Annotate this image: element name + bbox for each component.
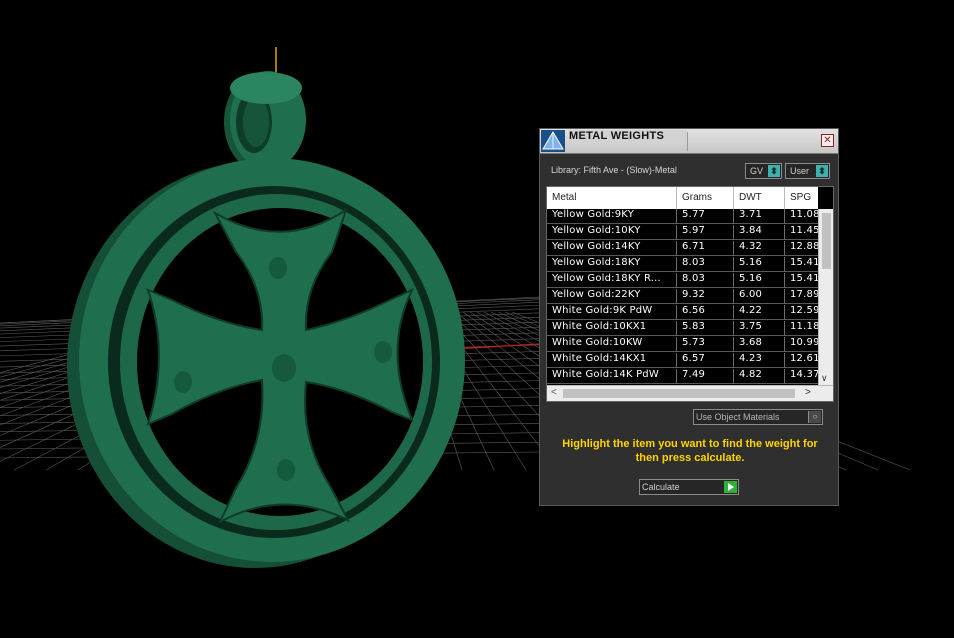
cell-spg: 11.45 [790, 225, 818, 236]
table-row[interactable]: White Gold:14KX1 6.57 4.23 12.61 [547, 353, 818, 368]
cell-metal: White Gold:14K PdW [547, 369, 677, 384]
panel-title: METAL WEIGHTS [569, 130, 687, 144]
cell-grams: 6.71 [677, 241, 734, 256]
cell-dwt: 3.71 [734, 209, 785, 224]
cell-spg: 12.59 [790, 305, 818, 316]
table-row[interactable]: White Gold:10KW 5.73 3.68 10.99 [547, 337, 818, 352]
cell-grams: 8.03 [677, 257, 734, 272]
cell-grams: 5.77 [677, 209, 734, 224]
cell-grams: 9.32 [677, 289, 734, 304]
cell-metal: Yellow Gold:14KY [547, 241, 677, 256]
cell-grams: 5.73 [677, 337, 734, 352]
cell-metal: Yellow Gold:9KY [547, 209, 677, 224]
cell-spg: 14.37 [790, 369, 818, 380]
cell-dwt: 4.22 [734, 305, 785, 320]
header-filler [818, 187, 833, 209]
column-header-grams[interactable]: Grams [677, 187, 734, 209]
cell-spg: 10.99 [790, 337, 818, 348]
cell-grams: 5.97 [677, 225, 734, 240]
pyramid-logo-icon [541, 130, 565, 152]
table-row[interactable]: Yellow Gold:18KY 8.03 5.16 15.41 [547, 257, 818, 272]
close-button[interactable]: ✕ [821, 134, 834, 147]
column-header-spg[interactable]: SPG [785, 187, 818, 209]
cell-metal: White Gold:10KW [547, 337, 677, 352]
cell-metal: White Gold:9K PdW [547, 305, 677, 320]
panel-titlebar[interactable]: METAL WEIGHTS ✕ [540, 129, 838, 154]
gv-dropdown[interactable]: GV ⬍ [745, 163, 782, 179]
cell-grams: 6.57 [677, 353, 734, 368]
table-row[interactable]: White Gold:14K PdW 7.49 4.82 14.37 [547, 369, 818, 384]
scroll-down-icon[interactable]: ∨ [821, 373, 828, 384]
cell-spg: 12.88 [790, 241, 818, 252]
table-row[interactable]: Yellow Gold:9KY 5.77 3.71 11.08 [547, 209, 818, 224]
calculate-button[interactable]: Calculate [639, 479, 739, 495]
table-row[interactable]: White Gold:9K PdW 6.56 4.22 12.59 [547, 305, 818, 320]
cell-dwt: 5.16 [734, 257, 785, 272]
use-object-materials-toggle[interactable]: Use Object Materials ○ [693, 409, 823, 425]
cell-spg: 11.08 [790, 209, 818, 220]
radio-icon: ○ [808, 411, 821, 423]
title-divider [687, 132, 688, 151]
cell-dwt: 5.16 [734, 273, 785, 288]
cell-dwt: 4.82 [734, 369, 785, 384]
library-label: Library: Fifth Ave - (Slow)-Metal [551, 165, 677, 175]
user-dropdown-label: User [790, 166, 810, 176]
cell-dwt: 4.32 [734, 241, 785, 256]
cell-metal: Yellow Gold:10KY [547, 225, 677, 240]
cell-grams: 8.03 [677, 273, 734, 288]
cell-grams: 6.56 [677, 305, 734, 320]
horizontal-scroll-thumb[interactable] [563, 389, 795, 398]
cell-dwt: 4.23 [734, 353, 785, 368]
user-dropdown[interactable]: User ⬍ [785, 163, 830, 179]
info-arrow-icon: ⬍ [816, 165, 828, 177]
cell-spg: 11.18 [790, 321, 818, 332]
cell-grams: 7.49 [677, 369, 734, 384]
table-row[interactable]: Yellow Gold:18KY R... 8.03 5.16 15.41 [547, 273, 818, 288]
metal-table[interactable]: Metal Grams DWT SPG Yellow Gold:9KY 5.77 3… [546, 186, 834, 402]
table-body: Yellow Gold:9KY 5.77 3.71 11.08 Yellow Gold:… [547, 209, 818, 385]
scroll-left-icon[interactable]: < [551, 387, 557, 398]
gv-dropdown-label: GV [750, 166, 764, 176]
cell-spg: 12.61 [790, 353, 818, 364]
cell-dwt: 3.84 [734, 225, 785, 240]
cell-metal: Yellow Gold:18KY [547, 257, 677, 272]
vertical-scroll-thumb[interactable] [822, 213, 831, 269]
table-header: Metal Grams DWT SPG [547, 187, 818, 209]
cell-dwt: 6.00 [734, 289, 785, 304]
info-arrow-icon: ⬍ [768, 165, 780, 177]
horizontal-scrollbar[interactable]: < > [547, 385, 833, 401]
cell-metal: Yellow Gold:18KY R... [547, 273, 677, 288]
instruction-text: Highlight the item you want to find the … [562, 438, 818, 464]
table-row[interactable]: Yellow Gold:14KY 6.71 4.32 12.88 [547, 241, 818, 256]
cell-spg: 15.41 [790, 273, 818, 284]
cell-spg: 17.89 [790, 289, 818, 300]
cell-metal: White Gold:10KX1 [547, 321, 677, 336]
pendant-model[interactable] [67, 71, 465, 568]
play-arrow-icon [724, 481, 737, 493]
metal-weights-panel: METAL WEIGHTS ✕ Library: Fifth Ave - (Sl… [539, 128, 839, 506]
column-header-metal[interactable]: Metal [547, 187, 677, 209]
use-object-materials-label: Use Object Materials [696, 412, 780, 422]
vertical-scrollbar[interactable]: ∨ [818, 209, 833, 385]
calculate-label: Calculate [642, 482, 680, 492]
cell-metal: Yellow Gold:22KY [547, 289, 677, 304]
cell-dwt: 3.75 [734, 321, 785, 336]
table-row[interactable]: Yellow Gold:22KY 9.32 6.00 17.89 [547, 289, 818, 304]
cell-metal: White Gold:14KX1 [547, 353, 677, 368]
column-header-dwt[interactable]: DWT [734, 187, 785, 209]
table-row[interactable]: Yellow Gold:10KY 5.97 3.84 11.45 [547, 225, 818, 240]
cell-dwt: 3.68 [734, 337, 785, 352]
cell-grams: 5.83 [677, 321, 734, 336]
scroll-right-icon[interactable]: > [805, 387, 811, 398]
table-row[interactable]: White Gold:10KX1 5.83 3.75 11.18 [547, 321, 818, 336]
cell-spg: 15.41 [790, 257, 818, 268]
